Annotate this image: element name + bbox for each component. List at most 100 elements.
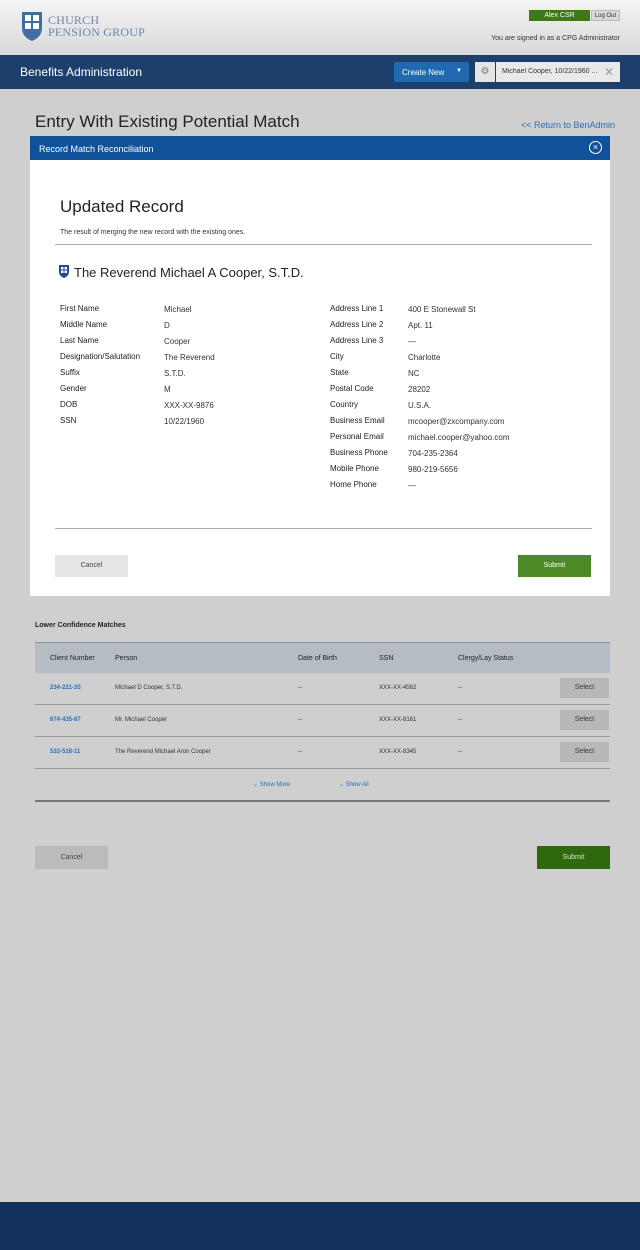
table-row: 234-221-35 Michael D Cooper, S.T.D. -- X… [35, 673, 610, 705]
show-all-label: Show All [345, 782, 369, 788]
column-header[interactable]: Clergy/Lay Status [458, 655, 513, 662]
church-pension-group-logo[interactable]: CHURCH PENSION GROUP [20, 10, 145, 42]
field-label: SSN [60, 416, 77, 425]
column-header[interactable]: Client Number [50, 655, 95, 662]
create-new-button[interactable]: Create New ▼ [394, 62, 469, 82]
table-bottom-rule [35, 800, 610, 802]
active-search-pill[interactable]: Michael Cooper, 10/22/1960 ... ✕ [496, 62, 620, 82]
field-row: Address Line 1 400 E Stonewall St [330, 304, 510, 320]
dob-cell: -- [298, 685, 302, 691]
field-label: City [330, 352, 344, 361]
field-row: Designation/Salutation The Reverend [60, 352, 215, 368]
field-value: The Reverend [164, 353, 215, 362]
modal-submit-button[interactable]: Submit [518, 555, 591, 577]
field-value: — [408, 481, 416, 490]
column-header[interactable]: Date of Birth [298, 655, 337, 662]
field-label: Home Phone [330, 480, 377, 489]
close-circle-icon[interactable]: × [589, 141, 602, 154]
field-row: Address Line 2 Apt. 11 [330, 320, 510, 336]
field-row: State NC [330, 368, 510, 384]
field-value: 980-219-5656 [408, 465, 458, 474]
field-value: — [408, 337, 416, 346]
modal-title: Record Match Reconciliation [39, 144, 154, 154]
person-cell: Mr. Michael Cooper [115, 717, 168, 723]
field-value: M [164, 385, 171, 394]
field-row: City Charlotte [330, 352, 510, 368]
user-menu-button[interactable]: Alex CSR [529, 10, 590, 21]
field-row: Gender M [60, 384, 215, 400]
section-title: Updated Record [60, 197, 184, 216]
field-row: Last Name Cooper [60, 336, 215, 352]
field-label: Personal Email [330, 432, 384, 441]
field-label: Address Line 3 [330, 336, 384, 345]
chevron-down-icon: ⌄ [253, 782, 259, 788]
column-header[interactable]: SSN [379, 655, 393, 662]
column-header[interactable]: Person [115, 655, 137, 662]
field-value: D [164, 321, 170, 330]
select-button[interactable]: Select [560, 710, 609, 730]
status-cell: -- [458, 717, 462, 723]
client-number-link[interactable]: 674-435-87 [50, 717, 81, 723]
field-label: Mobile Phone [330, 464, 379, 473]
filter-sliders-icon[interactable]: ⚙ [475, 62, 495, 82]
field-row: Mobile Phone 980-219-5656 [330, 464, 510, 480]
field-label: Last Name [60, 336, 99, 345]
modal-cancel-button[interactable]: Cancel [55, 555, 128, 577]
field-row: First Name Michael [60, 304, 215, 320]
ssn-cell: XXX-XX-4562 [379, 685, 417, 691]
field-value: Cooper [164, 337, 191, 346]
field-label: First Name [60, 304, 100, 313]
field-label: Middle Name [60, 320, 108, 329]
divider [55, 528, 592, 529]
shield-icon [59, 265, 69, 278]
return-to-benadmin-link[interactable]: << Return to BenAdmin [521, 120, 615, 130]
select-button[interactable]: Select [560, 678, 609, 698]
field-label: Business Email [330, 416, 385, 425]
client-number-link[interactable]: 533-518-11 [50, 749, 80, 755]
field-row: SSN 10/22/1960 [60, 416, 215, 432]
field-label: Suffix [60, 368, 80, 377]
field-row: DOB XXX-XX-9876 [60, 400, 215, 416]
field-row: Middle Name D [60, 320, 215, 336]
field-label: Gender [60, 384, 87, 393]
field-row: Home Phone — [330, 480, 510, 496]
table-row: 533-518-11 The Reverend Michael Aron Coo… [35, 737, 610, 769]
field-value: 400 E Stonewall St [408, 305, 476, 314]
field-label: Country [330, 400, 359, 409]
field-row: Address Line 3 — [330, 336, 510, 352]
client-number-link[interactable]: 234-221-35 [50, 685, 81, 691]
status-cell: -- [458, 685, 462, 691]
field-row: Business Phone 704-235-2364 [330, 448, 510, 464]
show-more-link[interactable]: ⌄ Show More [253, 781, 290, 788]
field-label: Designation/Salutation [60, 352, 141, 361]
shield-logo-icon [22, 12, 42, 41]
person-cell: The Reverend Michael Aron Cooper [115, 749, 211, 755]
ssn-cell: XXX-XX-8161 [379, 717, 417, 723]
field-row: Suffix S.T.D. [60, 368, 215, 384]
top-header: CHURCH PENSION GROUP Alex CSR Log Out Yo… [0, 0, 640, 55]
field-value: 704-235-2364 [408, 449, 458, 458]
dob-cell: -- [298, 749, 302, 755]
page-cancel-button[interactable]: Cancel [35, 846, 108, 869]
close-icon[interactable]: ✕ [604, 65, 614, 79]
status-cell: -- [458, 749, 462, 755]
select-button[interactable]: Select [560, 742, 609, 762]
field-value: michael.cooper@yahoo.com [408, 433, 510, 442]
show-more-label: Show More [259, 782, 291, 788]
logout-button[interactable]: Log Out [591, 10, 620, 21]
main-navbar: Benefits Administration Create New ▼ ⚙ M… [0, 55, 640, 89]
field-value: S.T.D. [164, 369, 186, 378]
person-cell: Michael D Cooper, S.T.D. [115, 685, 183, 691]
field-row: Postal Code 28202 [330, 384, 510, 400]
signed-in-text: You are signed in as a CPG Administrator [491, 35, 620, 42]
field-label: Address Line 1 [330, 304, 384, 313]
create-new-label: Create New [402, 68, 445, 77]
field-value: NC [408, 369, 420, 378]
field-label: Postal Code [330, 384, 374, 393]
field-value: mcooper@zxcompany.com [408, 417, 505, 426]
field-label: Business Phone [330, 448, 388, 457]
page-submit-button[interactable]: Submit [537, 846, 610, 869]
field-value: 10/22/1960 [164, 417, 205, 426]
show-all-link[interactable]: ⌄ Show All [339, 781, 369, 788]
app-title[interactable]: Benefits Administration [20, 65, 142, 79]
